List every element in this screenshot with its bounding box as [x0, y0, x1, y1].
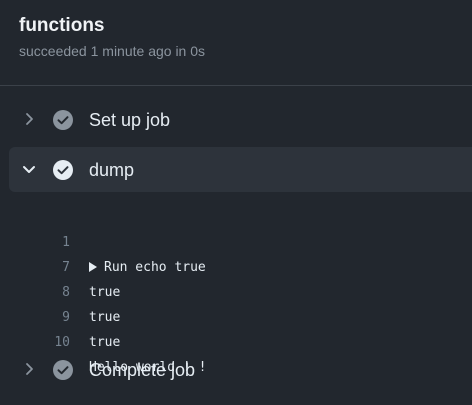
chevron-right-icon	[26, 113, 33, 125]
step-set-up-job[interactable]: Set up job	[9, 97, 472, 142]
check-circle-icon	[53, 110, 73, 130]
log-line: 7 true	[0, 230, 472, 300]
log-line: 9 true	[0, 280, 472, 350]
chevron-down-icon	[23, 166, 35, 173]
job-header: functions succeeded 1 minute ago in 0s	[0, 0, 472, 86]
log-line: 10 Hello world ! !	[0, 305, 472, 375]
job-title: functions	[19, 15, 105, 36]
step-log: 1 Run echo true 7 true 8 true 9 true 10 …	[0, 205, 472, 375]
log-line: 8 true	[0, 255, 472, 325]
chevron-right-icon	[26, 363, 33, 375]
check-circle-icon	[53, 360, 73, 380]
step-label: Complete job	[89, 360, 196, 380]
log-line[interactable]: 1 Run echo true	[0, 205, 472, 275]
check-circle-icon	[53, 160, 73, 180]
step-label: Set up job	[89, 110, 171, 130]
step-label: dump	[89, 160, 135, 180]
job-status-text: succeeded 1 minute ago in 0s	[19, 43, 206, 59]
step-dump[interactable]: dump	[9, 147, 472, 192]
step-complete-job[interactable]: Complete job	[9, 347, 472, 392]
